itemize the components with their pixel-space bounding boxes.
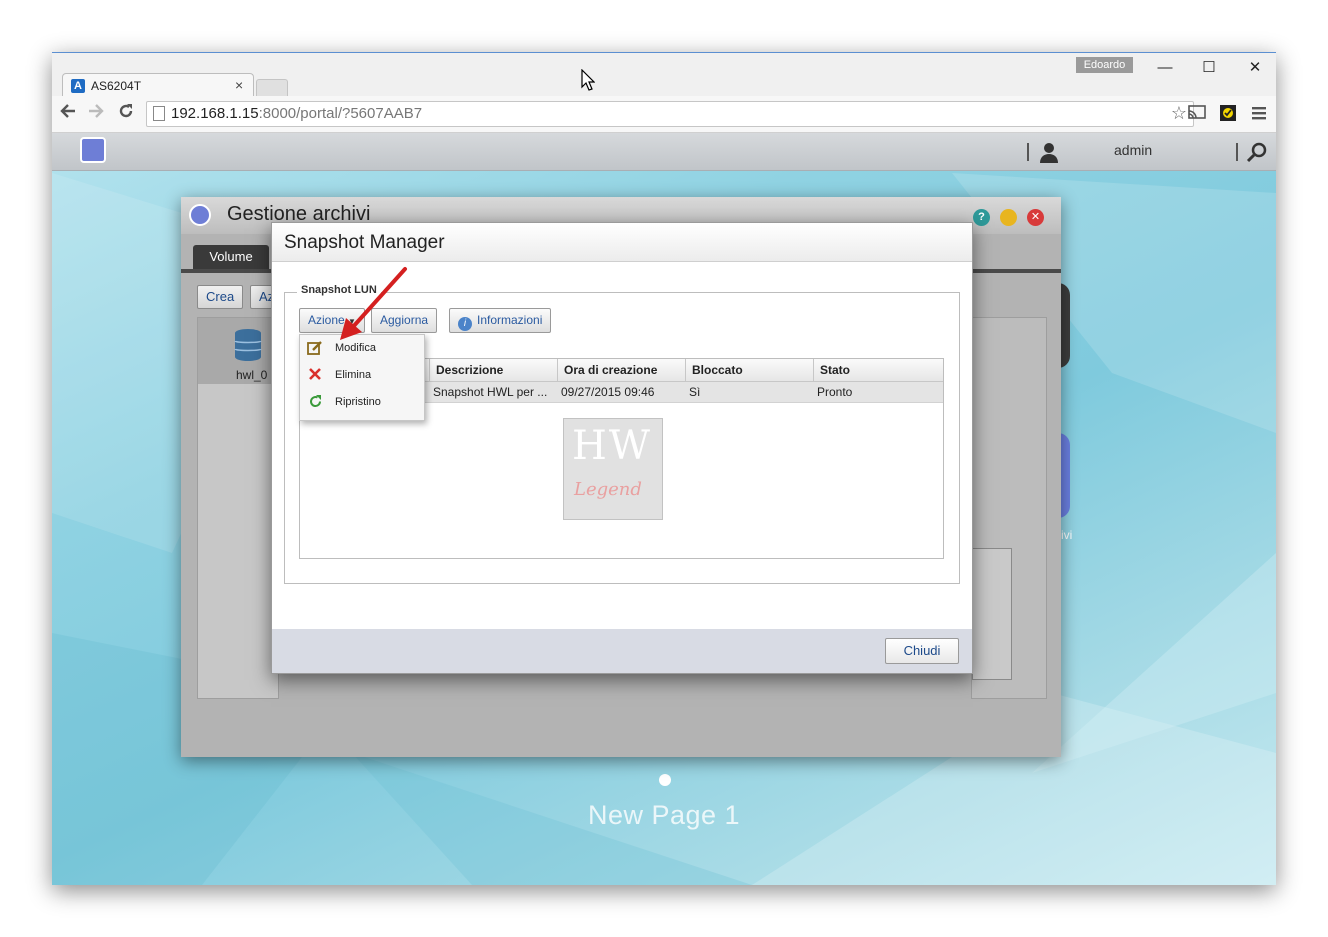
url-text[interactable]: 192.168.1.15:8000/portal/?5607AAB7 bbox=[171, 105, 422, 122]
close-window-button[interactable]: ✕ bbox=[1239, 57, 1271, 79]
taskbar-divider bbox=[1236, 143, 1238, 161]
tab-title: AS6204T bbox=[91, 79, 142, 93]
cast-icon[interactable] bbox=[1187, 104, 1206, 122]
delete-x-icon bbox=[307, 367, 323, 385]
restore-icon bbox=[307, 394, 323, 413]
informazioni-label: Informazioni bbox=[477, 313, 543, 327]
cell-ora: 09/27/2015 09:46 bbox=[561, 385, 655, 399]
volume-label: hwl_0 bbox=[236, 368, 268, 382]
help-icon[interactable]: ? bbox=[973, 209, 990, 226]
hwlegend-watermark: HW Legend bbox=[563, 418, 663, 520]
dialog-header: Snapshot Manager bbox=[272, 223, 972, 262]
minimize-window-icon[interactable] bbox=[1000, 209, 1017, 226]
desktop-app-label: ivi bbox=[1061, 528, 1073, 542]
minimize-button[interactable]: — bbox=[1149, 57, 1181, 79]
annotation-arrow-icon bbox=[340, 267, 407, 340]
azione-menu: Modifica Elimina Ripristino bbox=[299, 334, 425, 421]
menu-item-elimina[interactable]: Elimina bbox=[300, 363, 424, 389]
chrome-profile-badge[interactable]: Edoardo bbox=[1076, 57, 1133, 73]
info-icon: i bbox=[458, 317, 472, 331]
adm-taskbar: admin bbox=[52, 133, 1276, 171]
tab-close-icon[interactable]: × bbox=[235, 77, 243, 93]
menu-item-ripristino[interactable]: Ripristino bbox=[300, 390, 424, 416]
bookmark-star-icon[interactable]: ☆ bbox=[1171, 103, 1187, 124]
asustor-favicon-icon: A bbox=[71, 79, 85, 93]
menu-item-label: Modifica bbox=[335, 342, 376, 354]
edit-icon bbox=[307, 340, 323, 360]
browser-toolbar: 192.168.1.15:8000/portal/?5607AAB7 ☆ bbox=[52, 96, 1276, 133]
back-icon[interactable] bbox=[57, 102, 79, 126]
menu-item-label: Ripristino bbox=[335, 396, 381, 408]
menu-icon[interactable] bbox=[1251, 104, 1269, 122]
storage-manager-icon bbox=[189, 204, 211, 226]
reload-icon[interactable] bbox=[115, 102, 137, 126]
details-box bbox=[972, 548, 1012, 680]
browser-titlebar: A AS6204T × Edoardo — ☐ ✕ bbox=[52, 52, 1276, 100]
column-header-ora[interactable]: Ora di creazione bbox=[557, 359, 685, 381]
adm-start-icon[interactable] bbox=[80, 137, 106, 163]
forward-icon[interactable] bbox=[85, 102, 107, 126]
volume-list: hwl_0 bbox=[197, 317, 279, 699]
taskbar-divider bbox=[1027, 143, 1029, 161]
desktop-page-label: New Page 1 bbox=[587, 800, 741, 830]
page-indicator-dot[interactable] bbox=[659, 774, 671, 786]
database-icon bbox=[234, 328, 262, 361]
close-window-icon[interactable]: ✕ bbox=[1027, 209, 1044, 226]
cell-bloccato: Sì bbox=[689, 385, 701, 399]
column-header-bloccato[interactable]: Bloccato bbox=[685, 359, 813, 381]
search-icon[interactable] bbox=[1246, 141, 1268, 168]
cell-descrizione: Snapshot HWL per ... bbox=[433, 385, 548, 399]
volume-details-panel bbox=[971, 317, 1047, 699]
user-avatar-icon[interactable] bbox=[1038, 141, 1060, 168]
maximize-button[interactable]: ☐ bbox=[1193, 57, 1225, 79]
watermark-text-bottom: Legend bbox=[574, 479, 642, 500]
extension-icon[interactable] bbox=[1219, 104, 1237, 122]
address-bar[interactable]: 192.168.1.15:8000/portal/?5607AAB7 ☆ bbox=[146, 101, 1194, 127]
cell-stato: Pronto bbox=[817, 385, 853, 399]
create-button[interactable]: Crea bbox=[197, 285, 244, 309]
mouse-cursor-icon bbox=[581, 69, 595, 91]
volume-item[interactable]: hwl_0 bbox=[198, 318, 278, 384]
username-label[interactable]: admin bbox=[1114, 142, 1152, 158]
dialog-title: Snapshot Manager bbox=[284, 232, 445, 253]
watermark-text-top: HW bbox=[572, 423, 652, 469]
menu-item-label: Elimina bbox=[335, 369, 372, 381]
informazioni-button[interactable]: i Informazioni bbox=[449, 308, 552, 333]
tab-volume[interactable]: Volume bbox=[193, 245, 269, 269]
column-header-descrizione[interactable]: Descrizione bbox=[429, 359, 557, 381]
browser-window: A AS6204T × Edoardo — ☐ ✕ 192.168.1.15:8… bbox=[52, 52, 1276, 885]
dialog-footer: Chiudi bbox=[272, 629, 972, 673]
close-button[interactable]: Chiudi bbox=[885, 638, 959, 664]
column-header-stato[interactable]: Stato bbox=[813, 359, 943, 381]
page-icon bbox=[153, 106, 165, 121]
